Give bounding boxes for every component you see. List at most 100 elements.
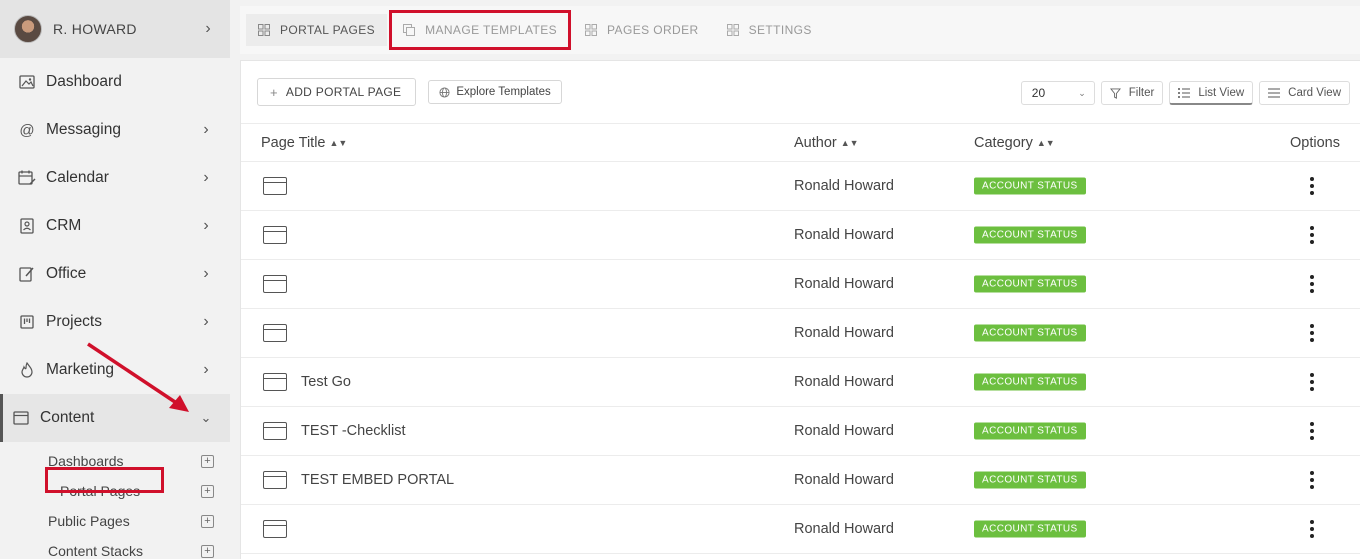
window-icon [12,409,30,427]
image-icon [18,73,36,91]
sidebar-item-calendar[interactable]: Calendar › [0,154,230,202]
column-header-author[interactable]: Author ▲▼ [794,135,859,151]
kanban-icon [18,313,36,331]
table-row[interactable]: Ronald Howard ACCOUNT STATUS [241,162,1360,211]
table-row[interactable]: Test Go Ronald Howard ACCOUNT STATUS [241,358,1360,407]
more-options-icon[interactable] [1310,275,1314,293]
portal-pages-highlight [45,467,164,493]
user-name: R. HOWARD [53,21,137,37]
menu-icon [1268,88,1281,98]
sidebar-item-dashboard[interactable]: Dashboard [0,58,230,106]
add-portal-page-button[interactable]: + ADD PORTAL PAGE [257,78,417,106]
add-content-stack-icon[interactable]: + [201,544,214,558]
avatar [14,15,42,43]
tab-settings[interactable]: SETTINGS [715,14,824,46]
page-title-cell[interactable]: TEST -Checklist [301,423,405,439]
add-public-page-icon[interactable]: + [201,514,214,528]
list-icon [1178,87,1191,98]
user-menu[interactable]: R. HOWARD › [0,0,230,58]
category-badge: ACCOUNT STATUS [974,177,1086,195]
sidebar-item-label: Messaging [46,121,121,138]
sidebar-item-label: Marketing [46,361,115,378]
tab-pages-order[interactable]: PAGES ORDER [573,14,711,46]
author-cell: Ronald Howard [794,178,894,194]
sidebar-item-label: Calendar [46,169,109,186]
chevron-right-icon: › [203,265,209,282]
page-size-select[interactable]: 20 ⌄ [1020,81,1095,105]
grid-icon [585,24,598,36]
page-title-cell[interactable]: TEST EMBED PORTAL [301,472,454,488]
page-icon [263,422,287,440]
sidebar-subitem-content-stacks[interactable]: Content Stacks + [0,536,230,559]
table-row[interactable]: TEST -Checklist Ronald Howard ACCOUNT ST… [241,407,1360,456]
more-options-icon[interactable] [1310,471,1314,489]
page-icon [263,520,287,538]
sidebar-item-messaging[interactable]: @ Messaging › [0,106,230,154]
sort-icon: ▲▼ [840,137,859,148]
author-cell: Ronald Howard [794,472,894,488]
sidebar-item-projects[interactable]: Projects › [0,298,230,346]
column-header-page-title[interactable]: Page Title ▲▼ [261,135,347,151]
author-cell: Ronald Howard [794,325,894,341]
author-cell: Ronald Howard [794,276,894,292]
more-options-icon[interactable] [1310,177,1314,195]
sidebar-item-label: Content [40,409,95,426]
category-badge: ACCOUNT STATUS [974,373,1086,391]
sidebar: R. HOWARD › Dashboard @ Messaging › Cale… [0,0,230,559]
page-icon [263,324,287,342]
sidebar-item-office[interactable]: Office › [0,250,230,298]
more-options-icon[interactable] [1310,520,1314,538]
main-panel: + ADD PORTAL PAGE Explore Templates 20 ⌄… [240,60,1360,559]
tab-manage-templates[interactable]: MANAGE TEMPLATES [389,10,572,50]
sidebar-item-content[interactable]: Content ⌄ [0,394,230,442]
page-icon [263,471,287,489]
more-options-icon[interactable] [1310,226,1314,244]
filter-icon [1109,87,1121,99]
add-portal-page-icon[interactable]: + [201,484,214,498]
chevron-down-icon: ⌄ [200,410,212,425]
list-view-button[interactable]: List View [1169,81,1254,105]
sidebar-item-label: Dashboard [46,73,122,90]
add-dashboard-icon[interactable]: + [201,454,214,468]
plus-icon: + [270,84,278,100]
more-options-icon[interactable] [1310,373,1314,391]
sidebar-subitem-label: Public Pages [48,513,130,529]
page-title-cell[interactable]: Test Go [301,374,351,390]
table-header: Page Title ▲▼ Author ▲▼ Category ▲▼ Options [241,124,1360,162]
category-badge: ACCOUNT STATUS [974,324,1086,342]
explore-templates-label: Explore Templates [456,86,551,98]
page-icon [263,373,287,391]
chevron-right-icon: › [203,121,209,138]
sidebar-subitem-public-pages[interactable]: Public Pages + [0,506,230,536]
add-portal-page-label: ADD PORTAL PAGE [285,85,402,99]
table-row[interactable]: Ronald Howard ACCOUNT STATUS [241,309,1360,358]
tab-label: PAGES ORDER [607,23,699,37]
tab-portal-pages[interactable]: PORTAL PAGES [246,14,388,46]
category-badge: ACCOUNT STATUS [974,471,1086,489]
explore-templates-button[interactable]: Explore Templates [428,80,562,104]
more-options-icon[interactable] [1310,422,1314,440]
card-view-label: Card View [1288,87,1341,99]
card-view-button[interactable]: Card View [1259,81,1350,105]
author-cell: Ronald Howard [794,521,894,537]
table-row[interactable]: TEST EMBED PORTAL Ronald Howard ACCOUNT … [241,456,1360,505]
sort-icon: ▲▼ [329,137,348,148]
filter-button[interactable]: Filter [1100,81,1164,105]
sidebar-item-crm[interactable]: CRM › [0,202,230,250]
table-row[interactable]: Ronald Howard ACCOUNT STATUS [241,505,1360,554]
tab-label: SETTINGS [748,23,812,37]
at-icon: @ [19,121,35,139]
calendar-icon [18,169,36,187]
table-row[interactable]: Ronald Howard ACCOUNT STATUS [241,211,1360,260]
chevron-right-icon: › [205,20,211,37]
chevron-right-icon: › [203,313,209,330]
column-header-category[interactable]: Category ▲▼ [974,135,1055,151]
page-size-value: 20 [1031,86,1046,100]
sidebar-item-marketing[interactable]: Marketing › [0,346,230,394]
sidebar-item-label: Office [46,265,87,282]
contact-icon [18,217,36,235]
category-badge: ACCOUNT STATUS [974,275,1086,293]
more-options-icon[interactable] [1310,324,1314,342]
tab-bar: PORTAL PAGES MANAGE TEMPLATES PAGES ORDE… [240,6,1360,54]
table-row[interactable]: Ronald Howard ACCOUNT STATUS [241,260,1360,309]
